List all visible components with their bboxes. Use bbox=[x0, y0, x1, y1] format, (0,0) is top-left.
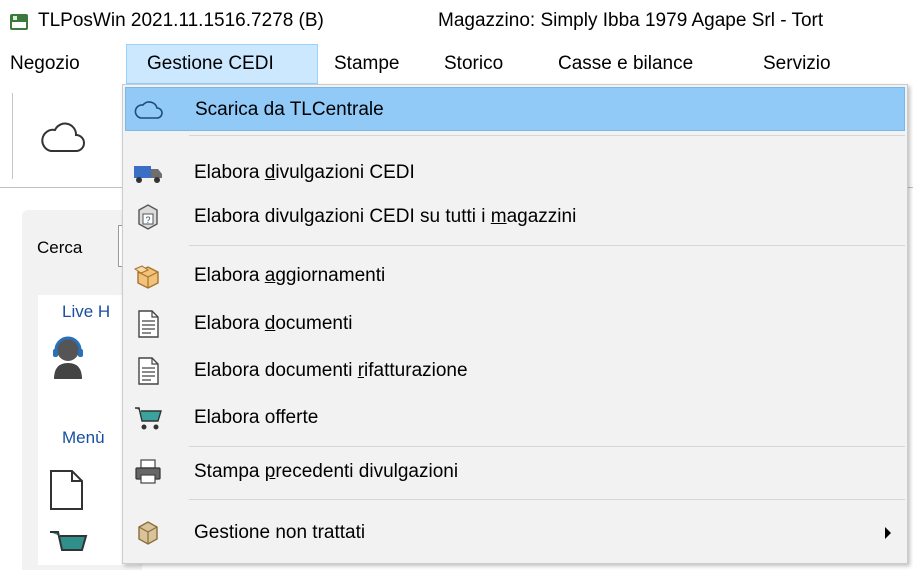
menu-item-label: Scarica da TLCentrale bbox=[195, 99, 384, 120]
menu-item-label-post: ifatturazione bbox=[364, 360, 468, 381]
svg-text:?: ? bbox=[145, 215, 150, 225]
menu-negozio[interactable]: Negozio bbox=[0, 44, 90, 84]
search-label: Cerca bbox=[37, 238, 83, 257]
live-help-label[interactable]: Live H bbox=[62, 302, 110, 322]
document-icon bbox=[138, 310, 159, 338]
menu-item-accesskey: d bbox=[264, 313, 276, 334]
printer-icon bbox=[135, 459, 161, 484]
cloud-icon bbox=[134, 101, 163, 119]
menu-item-label-pre: Elabora bbox=[194, 265, 265, 286]
menu-item-accesskey: a bbox=[264, 265, 276, 286]
gestione-cedi-dropdown: Scarica da TLCentrale Elabora divulgazio… bbox=[122, 84, 908, 564]
menu-section-label: Menù bbox=[62, 428, 105, 447]
menu-bar: Negozio Gestione CEDI Stampe Storico Cas… bbox=[0, 44, 913, 84]
menu-item-scarica-da-tlcentrale[interactable]: Scarica da TLCentrale bbox=[125, 87, 905, 131]
menu-item-label-post: recedenti divulgazioni bbox=[275, 461, 459, 482]
menu-item-elabora-offerte[interactable]: Elabora offerte bbox=[125, 396, 905, 440]
cloud-icon[interactable] bbox=[40, 120, 86, 154]
menu-separator bbox=[189, 245, 905, 246]
menu-separator bbox=[189, 446, 905, 447]
store-label: Magazzino: Simply Ibba 1979 Agape Srl - … bbox=[438, 10, 824, 31]
menu-item-stampa-precedenti-divulgazioni[interactable]: Stampa precedenti divulgazioni bbox=[125, 450, 905, 494]
menu-gestione-cedi[interactable]: Gestione CEDI bbox=[126, 44, 318, 84]
shopping-cart-icon bbox=[135, 407, 162, 430]
menu-item-label-pre: Elabora documenti bbox=[194, 360, 358, 381]
menu-item-accesskey: m bbox=[490, 206, 507, 227]
toolbar-separator bbox=[12, 93, 13, 179]
document-icon[interactable] bbox=[48, 470, 84, 510]
menu-item-label-post: agazzini bbox=[506, 206, 577, 227]
menu-item-label-pre: Elabora bbox=[194, 162, 265, 183]
package-icon bbox=[133, 265, 159, 289]
menu-item-label-post: ivulgazioni CEDI bbox=[275, 162, 415, 183]
menu-separator bbox=[189, 135, 905, 136]
menu-item-gestione-non-trattati[interactable]: Gestione non trattati bbox=[125, 511, 905, 555]
menu-servizio[interactable]: Servizio bbox=[753, 44, 841, 84]
window-title: TLPosWin 2021.11.1516.7278 (B) bbox=[38, 10, 324, 31]
app-icon bbox=[10, 14, 28, 30]
menu-casse-e-bilance[interactable]: Casse e bilance bbox=[548, 44, 703, 84]
shopping-cart-icon[interactable] bbox=[48, 528, 88, 560]
menu-item-elabora-divulgazioni-tutti-magazzini[interactable]: ? Elabora divulgazioni CEDI su tutti i m… bbox=[125, 195, 905, 239]
box-question-icon: ? bbox=[138, 204, 158, 230]
menu-separator bbox=[189, 499, 905, 500]
menu-item-elabora-aggiornamenti[interactable]: Elabora aggiornamenti bbox=[125, 254, 905, 298]
menu-storico[interactable]: Storico bbox=[434, 44, 513, 84]
menu-item-label-pre: Elabora bbox=[194, 313, 265, 334]
title-bar: TLPosWin 2021.11.1516.7278 (B) Magazzino… bbox=[0, 0, 913, 44]
menu-item-label-post: ggiornamenti bbox=[275, 265, 386, 286]
box-icon bbox=[138, 521, 158, 545]
menu-item-elabora-documenti-rifatturazione[interactable]: Elabora documenti rifatturazione bbox=[125, 349, 905, 393]
menu-item-elabora-documenti[interactable]: Elabora documenti bbox=[125, 302, 905, 346]
menu-item-label-pre: Stampa bbox=[194, 461, 265, 482]
support-agent-icon[interactable] bbox=[48, 335, 88, 379]
menu-item-label-pre: Elabora divulgazioni CEDI su tutti i bbox=[194, 206, 491, 227]
menu-item-accesskey: d bbox=[264, 162, 276, 183]
menu-item-label: Gestione non trattati bbox=[194, 522, 366, 543]
truck-icon bbox=[134, 166, 162, 183]
menu-stampe[interactable]: Stampe bbox=[324, 44, 409, 84]
menu-item-label-post: ocumenti bbox=[275, 313, 353, 334]
menu-item-elabora-divulgazioni-cedi[interactable]: Elabora divulgazioni CEDI bbox=[125, 151, 905, 195]
submenu-arrow-icon bbox=[885, 527, 891, 539]
document-icon bbox=[138, 357, 159, 385]
menu-item-label: Elabora offerte bbox=[194, 407, 319, 428]
menu-item-accesskey: p bbox=[264, 461, 276, 482]
